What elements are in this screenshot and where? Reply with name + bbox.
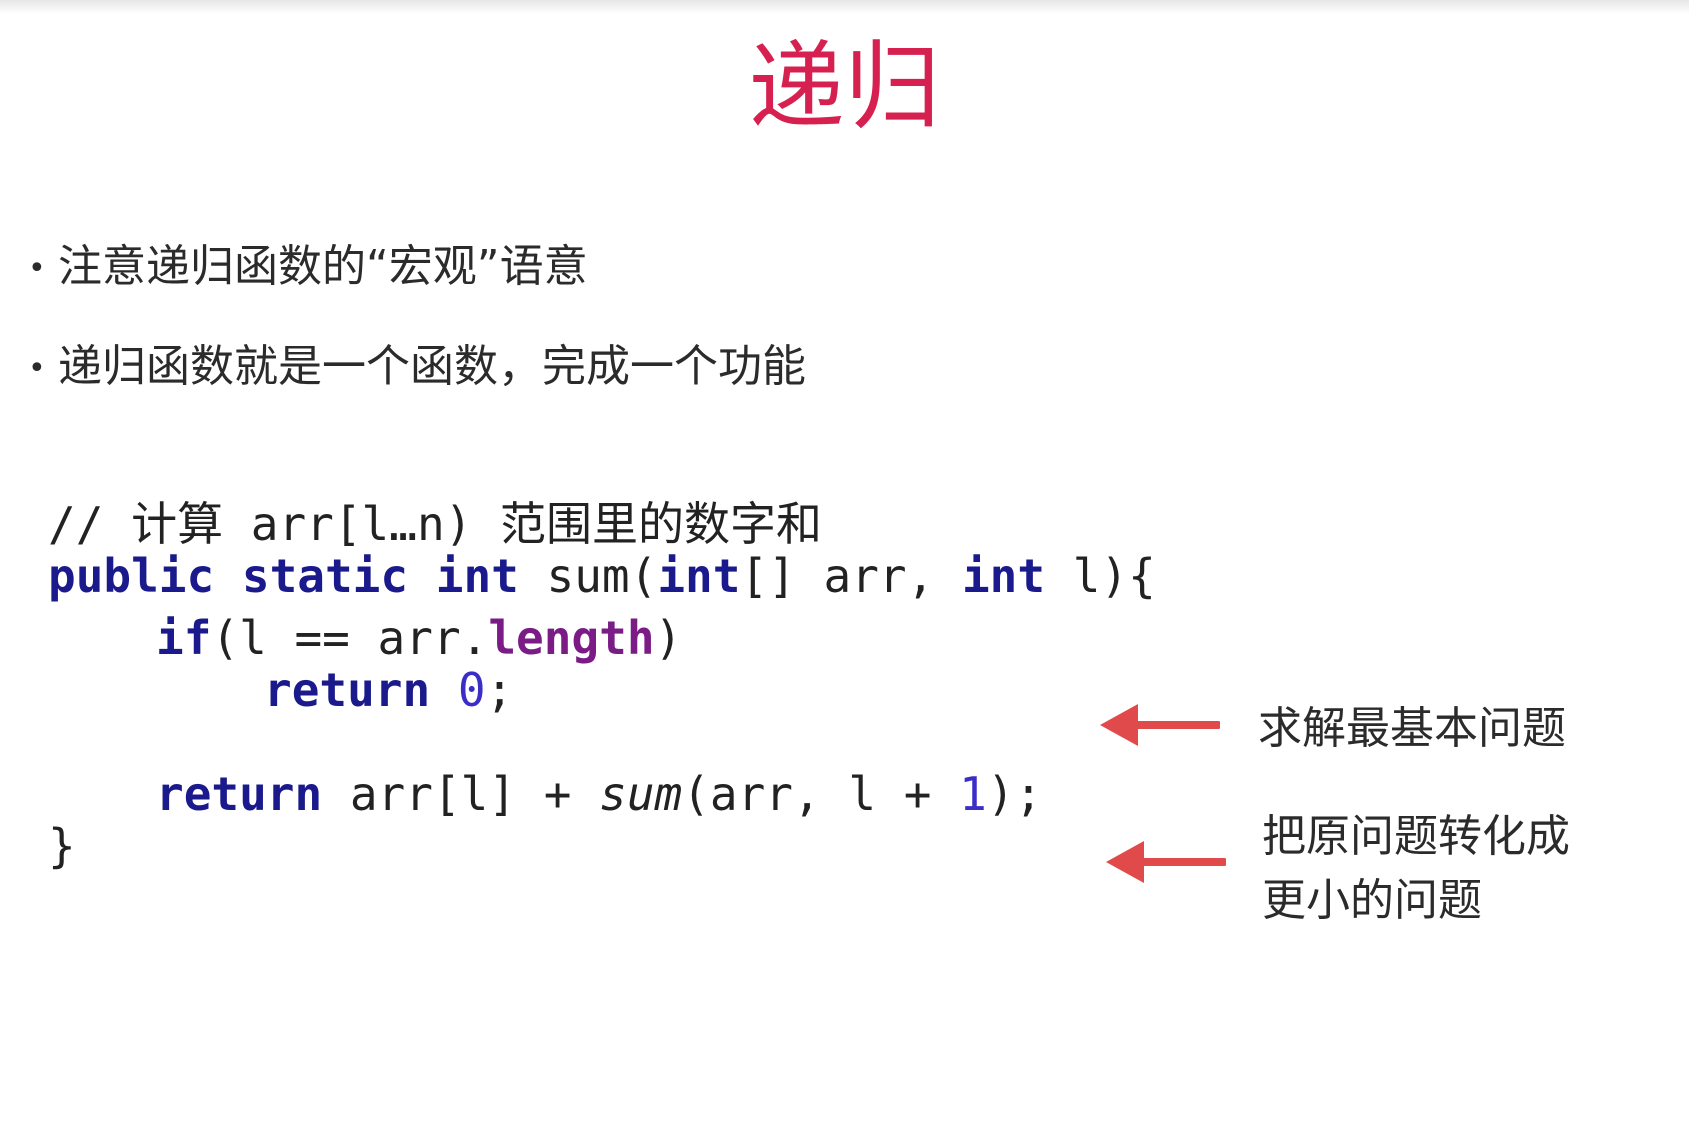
keyword-int: int bbox=[961, 549, 1046, 603]
bullet-dot-icon: • bbox=[28, 351, 46, 386]
keyword-int: int bbox=[435, 549, 519, 603]
code-closing-brace: } bbox=[48, 818, 76, 874]
condition-text: (l == arr. bbox=[211, 611, 489, 665]
slide-title: 递归 bbox=[748, 31, 941, 143]
left-arrow-icon bbox=[1100, 704, 1220, 746]
code-comment: // 计算 arr[l…n) 范围里的数字和 bbox=[48, 496, 822, 552]
left-arrow-icon bbox=[1106, 841, 1226, 883]
bullet-text: 注意递归函数的“宏观”语意 bbox=[58, 241, 588, 292]
code-return-base: return 0; bbox=[264, 662, 513, 718]
param-text: [] arr, bbox=[740, 549, 962, 603]
number-literal: 1 bbox=[959, 767, 987, 821]
keyword-return: return bbox=[264, 663, 431, 717]
method-call: sum bbox=[599, 767, 683, 821]
keyword-public: public bbox=[48, 549, 215, 603]
args-text: ); bbox=[986, 767, 1043, 821]
number-literal: 0 bbox=[457, 663, 486, 717]
code-signature: public static int sum(int[] arr, int l){ bbox=[48, 548, 1156, 604]
keyword-return: return bbox=[156, 767, 323, 821]
keyword-static: static bbox=[241, 549, 409, 603]
code-return-recursive: return arr[l] + sum(arr, l + 1); bbox=[156, 766, 1042, 822]
field-length: length bbox=[488, 611, 655, 665]
base-case-note: 求解最基本问题 bbox=[1258, 703, 1566, 754]
method-name: sum( bbox=[546, 549, 658, 603]
code-block: // 计算 arr[l…n) 范围里的数字和 public static int… bbox=[48, 496, 1156, 1144]
args-text: (arr, l + bbox=[682, 767, 960, 821]
top-shade bbox=[0, 0, 1689, 14]
comment-text: // 计算 arr[l…n) 范围里的数字和 bbox=[48, 497, 823, 551]
semicolon: ; bbox=[485, 663, 514, 717]
bullet-item: • 递归函数就是一个函数，完成一个功能 bbox=[28, 337, 806, 399]
reduce-note-line-2: 更小的问题 bbox=[1262, 875, 1482, 926]
keyword-int: int bbox=[657, 549, 741, 603]
param-text: l){ bbox=[1045, 549, 1156, 603]
condition-text: ) bbox=[654, 611, 683, 665]
expression-text: arr[l] + bbox=[322, 767, 600, 821]
code-if-line: if(l == arr.length) bbox=[156, 610, 682, 666]
reduce-note-line-1: 把原问题转化成 bbox=[1262, 811, 1570, 862]
keyword-if: if bbox=[156, 611, 212, 665]
bullet-item: • 注意递归函数的“宏观”语意 bbox=[28, 237, 588, 299]
closing-brace: } bbox=[48, 819, 76, 873]
bullet-text: 递归函数就是一个函数，完成一个功能 bbox=[58, 341, 806, 392]
bullet-dot-icon: • bbox=[28, 251, 46, 286]
